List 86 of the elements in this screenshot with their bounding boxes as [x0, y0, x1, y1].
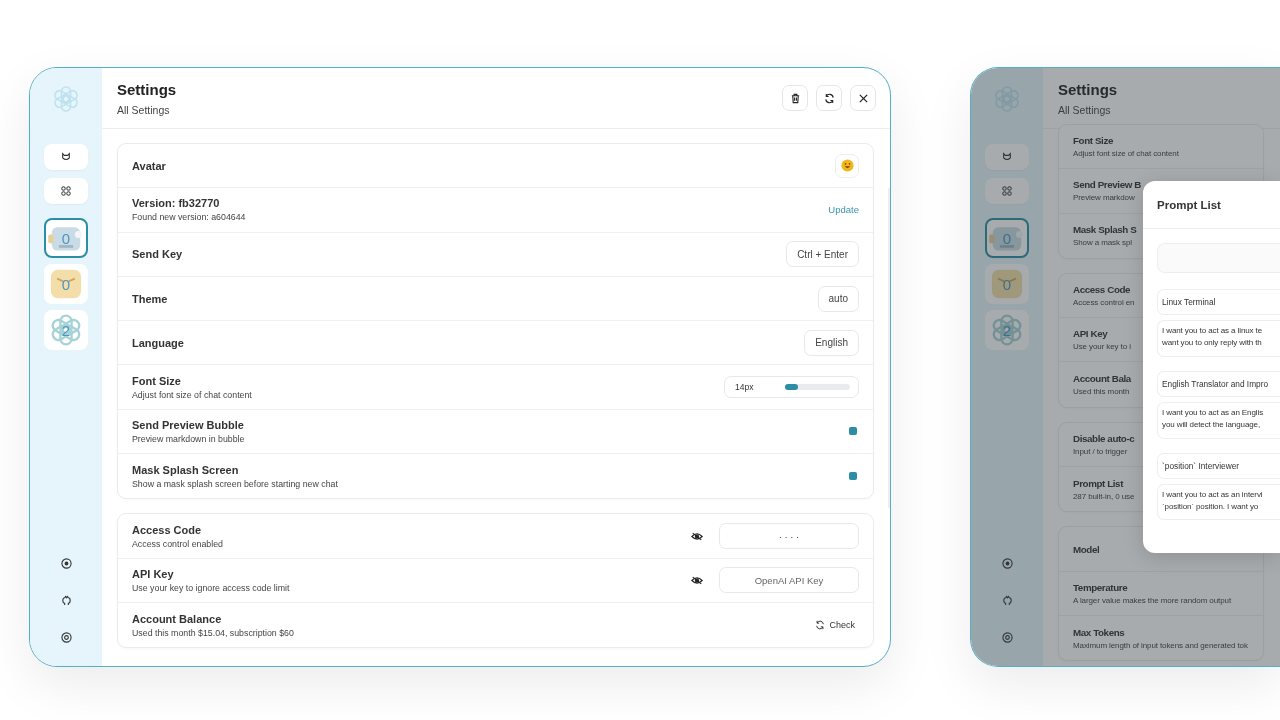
checkbox[interactable] — [849, 427, 857, 436]
page-subtitle: All Settings — [117, 103, 171, 116]
emoji-icon — [840, 159, 854, 173]
grid-button[interactable] — [985, 178, 1029, 204]
setting-title: Avatar — [132, 159, 166, 172]
slider-value: 14px — [735, 382, 754, 393]
setting-title: Model — [1073, 543, 1100, 555]
setting-description: Maximum length of input tokens and generated tok — [1073, 640, 1248, 650]
setting-description: Preview markdow — [1073, 193, 1135, 203]
setting-description: Access control enabled — [132, 538, 223, 549]
logo-icon — [51, 84, 81, 114]
mask-icon — [61, 152, 71, 162]
settings-icon — [60, 631, 72, 643]
setting-description: 287 built-in, 0 use — [1073, 491, 1135, 501]
setting-title: Account Balance — [132, 612, 222, 625]
update-link[interactable]: Update — [828, 204, 859, 216]
mask-button[interactable] — [985, 144, 1029, 170]
setting-description: Show a mask splash screen before starting new chat — [132, 478, 338, 489]
setting-description: A larger value makes the more random output — [1073, 595, 1231, 605]
page-subtitle: All Settings — [1058, 103, 1112, 116]
setting-title: Theme — [132, 292, 168, 305]
select-button[interactable]: Ctrl + Enter — [786, 241, 859, 268]
mask-icon — [1002, 152, 1012, 162]
prompt-text-field[interactable]: I want you to act as a linux te want you to only reply with th — [1157, 320, 1280, 357]
setting-title: API Key — [132, 567, 174, 580]
refresh-icon — [815, 620, 826, 631]
emoji-icon — [989, 268, 1025, 300]
close-icon — [857, 92, 869, 104]
setting-title: Language — [132, 336, 184, 349]
setting-description: Access control en — [1073, 298, 1135, 308]
prompt-text-field[interactable]: I want you to act as an Englis you will detect the language, — [1157, 401, 1280, 439]
setting-title: Account Bala — [1073, 373, 1131, 385]
setting-title: API Key — [1073, 328, 1108, 340]
close-button[interactable] — [850, 85, 876, 111]
reload-icon — [823, 92, 835, 104]
page-title: Settings — [117, 80, 177, 98]
setting-title: Font Size — [1073, 135, 1113, 147]
font-size-slider[interactable]: 14px — [724, 376, 859, 399]
select-button[interactable]: auto — [817, 285, 859, 312]
prompt-name-field[interactable]: `position` Interviewer — [1157, 452, 1280, 479]
setting-title: Mask Splash Screen — [132, 463, 239, 476]
setting-description: Used this month — [1073, 387, 1130, 397]
mask-button[interactable] — [44, 144, 88, 170]
setting-title: Access Code — [132, 523, 202, 536]
grid-icon — [61, 186, 71, 196]
setting-title: Access Code — [1073, 284, 1131, 296]
setting-title: Mask Splash S — [1073, 224, 1137, 236]
setting-title: Max Tokens — [1073, 626, 1125, 638]
setting-description: Preview markdown in bubble — [132, 433, 245, 444]
prompt-text-field[interactable]: I want you to act as an intervi `position` position. I want yo — [1157, 483, 1280, 521]
setting-description: Show a mask spl — [1073, 238, 1132, 248]
setting-title: Version: fb32770 — [132, 197, 220, 210]
hide-icon[interactable] — [691, 531, 703, 541]
setting-description: Used this month $15.04, subscription $60 — [132, 627, 294, 638]
settings-icon — [1001, 631, 1013, 643]
grid-icon — [1002, 186, 1012, 196]
emoji-icon — [48, 268, 84, 300]
setting-title: Disable auto-c — [1073, 432, 1135, 444]
target-icon — [60, 557, 72, 569]
setting-title: Prompt List — [1073, 477, 1124, 489]
dialog-title: Prompt List — [1157, 198, 1221, 211]
checkbox[interactable] — [849, 472, 857, 481]
prompt-name-field[interactable]: Linux Terminal — [1157, 289, 1280, 315]
setting-description: Use your key to ignore access code limit — [132, 582, 290, 593]
reload-button[interactable] — [816, 85, 842, 111]
delete-button[interactable] — [782, 85, 808, 111]
page-title: Settings — [1058, 80, 1118, 98]
setting-title: Send Key — [132, 248, 183, 261]
trash-icon — [789, 92, 801, 104]
grid-button[interactable] — [44, 178, 88, 204]
password-field[interactable]: · · · · — [719, 523, 859, 549]
password-field[interactable]: OpenAI API Key — [719, 567, 859, 594]
setting-description: Input / to trigger — [1073, 446, 1128, 456]
check-button[interactable]: Check — [815, 620, 855, 631]
setting-title: Temperature — [1073, 581, 1128, 593]
setting-title: Send Preview Bubble — [132, 418, 244, 431]
prompt-name-field[interactable]: English Translator and Impro — [1157, 370, 1280, 397]
select-button[interactable]: English — [804, 329, 859, 356]
hide-icon[interactable] — [691, 575, 703, 585]
setting-description: Adjust font size of chat content — [132, 389, 252, 400]
setting-description: Found new version: a604644 — [132, 212, 246, 223]
setting-title: Font Size — [132, 374, 181, 387]
avatar-button[interactable] — [835, 153, 859, 178]
target-icon — [1001, 557, 1013, 569]
setting-title: Send Preview B — [1073, 179, 1141, 191]
setting-description: Adjust font size of chat content — [1073, 149, 1179, 159]
